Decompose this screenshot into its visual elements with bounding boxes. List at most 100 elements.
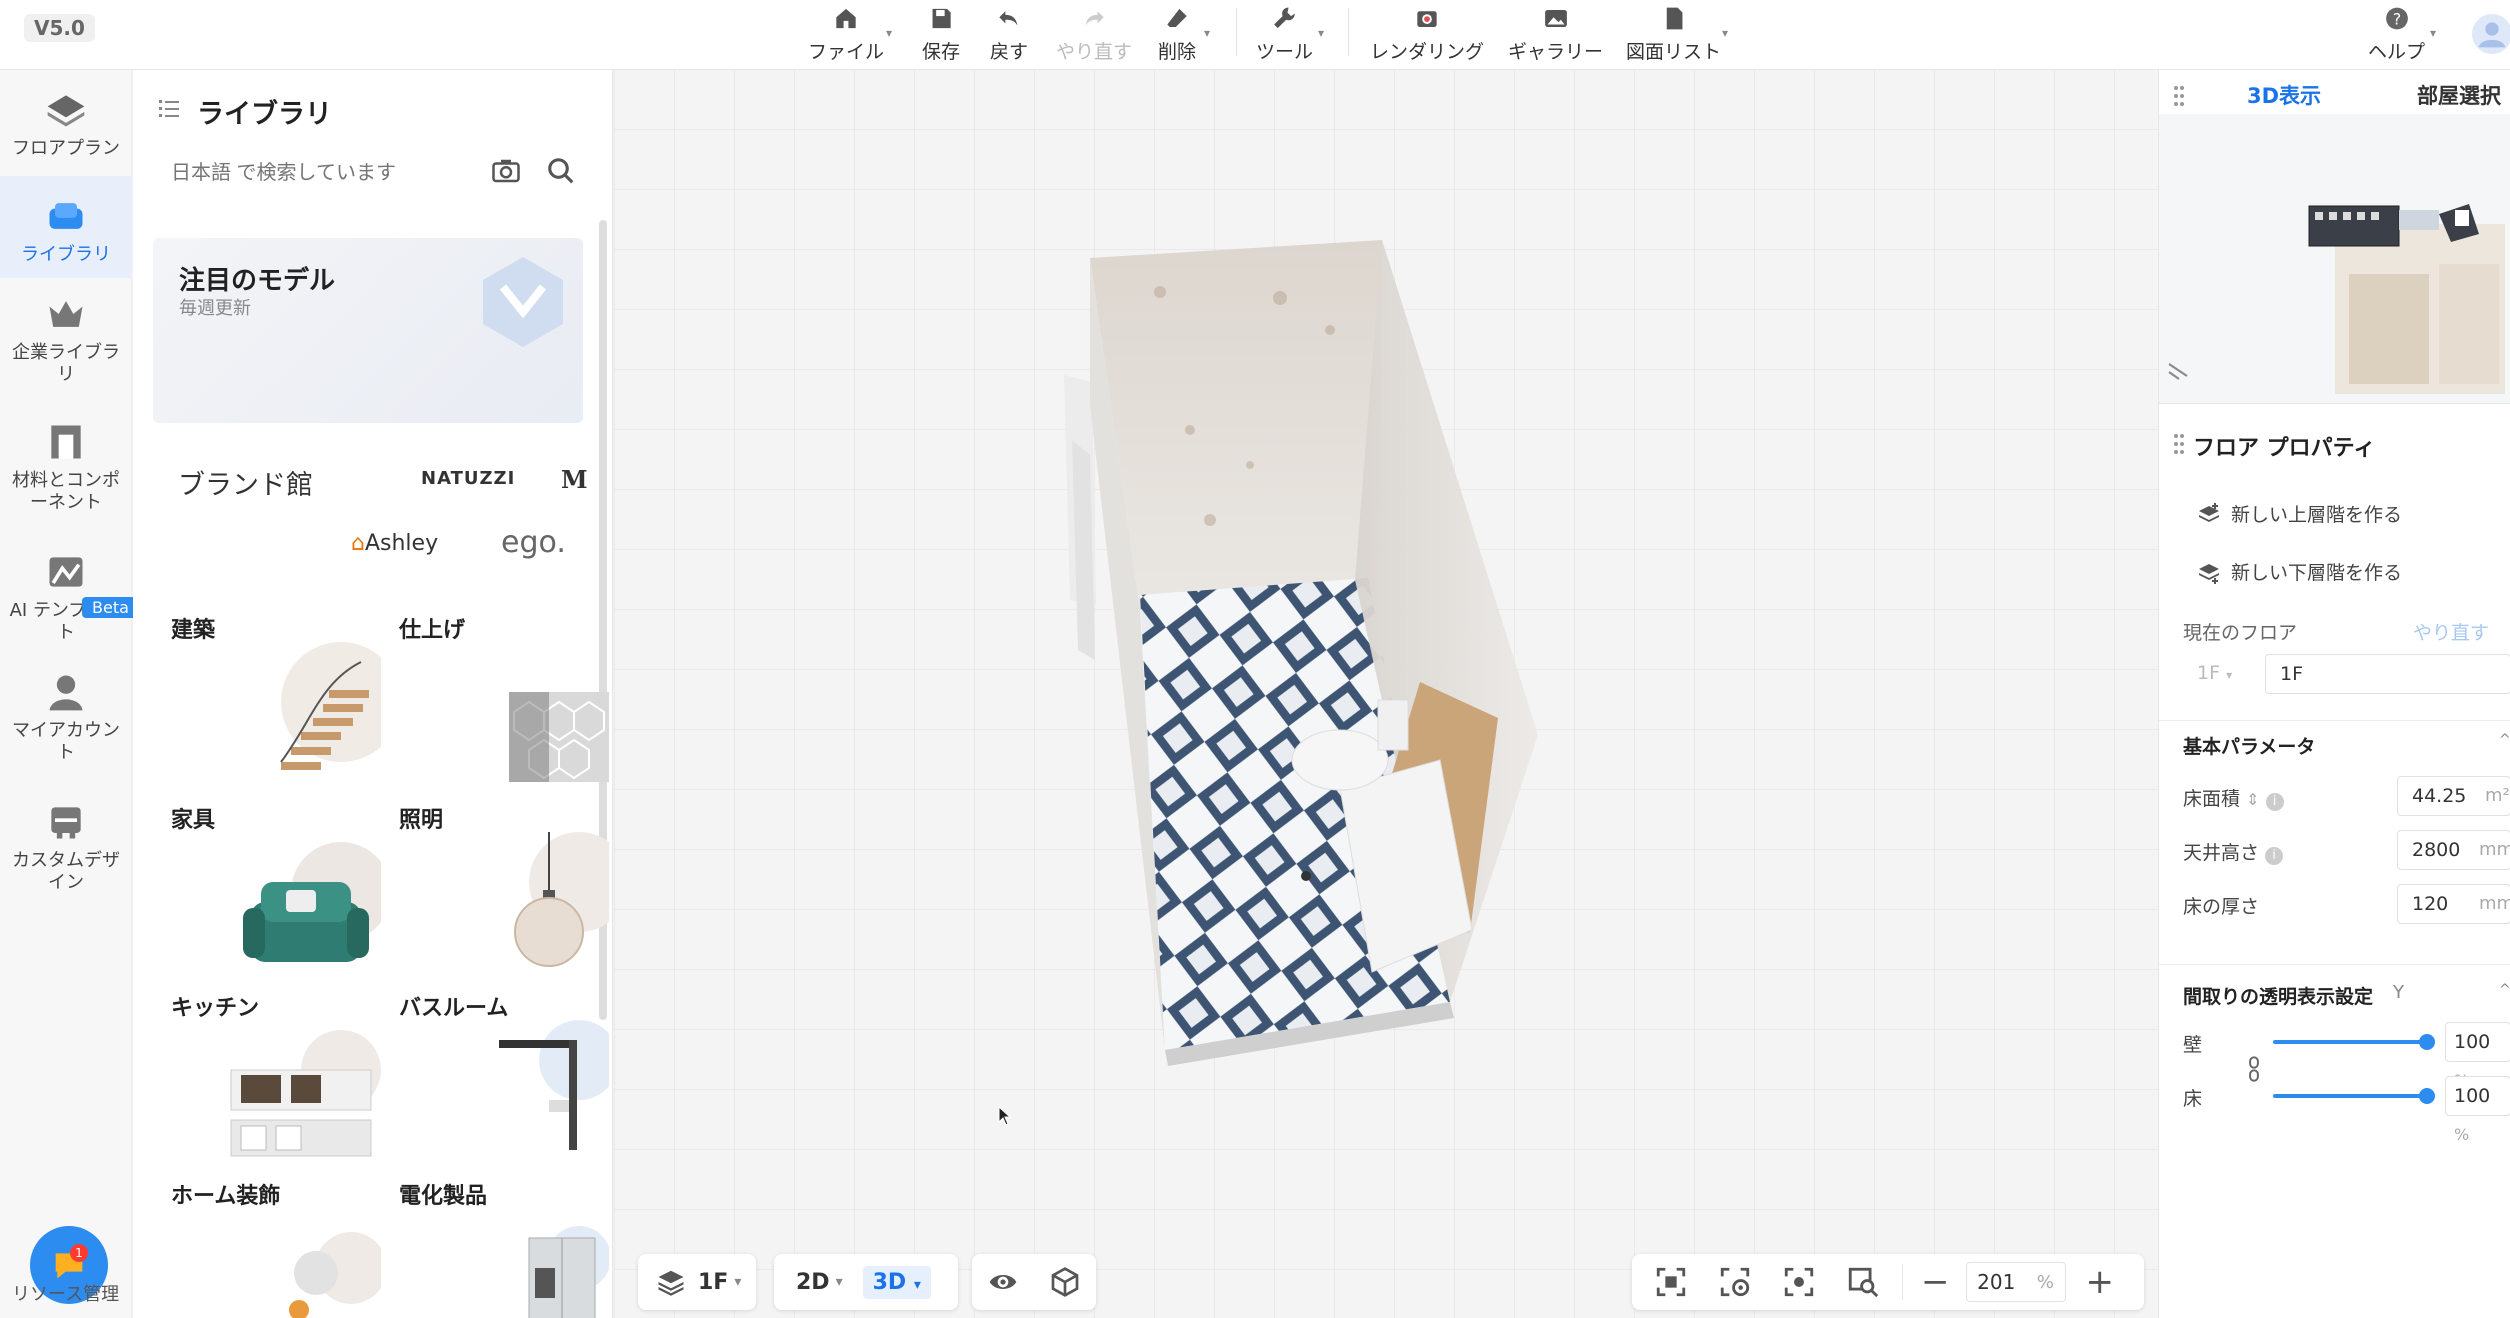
nav-materials[interactable]: 材料とコンポーネント [0,420,132,514]
minimap[interactable] [2159,114,2510,404]
save-button[interactable]: 保存 [922,4,960,64]
drawing-list-caret-icon[interactable]: ▾ [1722,26,1728,40]
brand-ashley[interactable]: ⌂Ashley [351,531,438,556]
toilet-tank [1377,699,1409,751]
view-3d-button[interactable]: 3D ▾ [862,1265,931,1299]
drag-handle-icon[interactable] [2173,84,2185,108]
cube-icon[interactable] [1049,1266,1081,1298]
info-icon[interactable]: i [2265,847,2284,865]
brand-m[interactable]: M [561,465,588,494]
category-kitchen[interactable]: キッチン [171,990,381,1160]
view-mode-toggle[interactable]: 2D ▾ 3D ▾ [774,1254,958,1310]
view-2d-button[interactable]: 2D [796,1270,830,1295]
library-search-input[interactable] [171,162,471,185]
info-icon[interactable]: i [2265,793,2284,811]
category-finishing[interactable]: 仕上げ [399,612,609,782]
nav-enterprise-library[interactable]: 企業ライブラリ [0,292,132,386]
category-architecture[interactable]: 建築 [171,612,381,782]
help-button[interactable]: ? ヘルプ [2368,4,2425,64]
floor-transparency-slider[interactable] [2273,1094,2427,1098]
redo-button[interactable]: やり直す [1056,4,1132,64]
view-2d-caret-icon[interactable]: ▾ [836,1274,843,1290]
brand-natuzzi[interactable]: NATUZZI [421,468,515,489]
enterprise-library-icon [49,301,83,327]
category-lighting[interactable]: 照明 [399,802,609,972]
back-wall [1090,240,1382,610]
undo-icon [999,11,1018,26]
toolbar-divider [1348,8,1349,56]
beta-badge: Beta [82,597,139,618]
gallery-button[interactable]: ギャラリー [1508,4,1603,64]
search-icon[interactable] [546,156,576,186]
floor-transparency-input[interactable]: 100 % [2445,1076,2510,1144]
eye-icon[interactable] [987,1266,1019,1298]
camera-search-icon[interactable] [489,156,523,186]
refrigerator-icon [528,1226,609,1318]
wall-transparency-input[interactable]: 100 % [2445,1022,2510,1090]
floor-thickness-label: 床の厚さ [2183,896,2260,918]
rendering-button[interactable]: レンダリング [1370,4,1484,64]
view-settings-icon[interactable] [1718,1265,1752,1299]
avatar[interactable] [2472,14,2510,54]
section-divider [2159,720,2510,721]
3d-viewport[interactable]: 1F ▾ 2D ▾ 3D ▾ − 201 % + [614,70,2158,1318]
zoom-area-icon[interactable] [1846,1265,1880,1299]
floor-selector[interactable]: 1F ▾ [638,1254,756,1310]
wall-label: 壁 [2183,1034,2203,1056]
category-appliances[interactable]: 電化製品 [399,1178,609,1318]
wall-slider-knob[interactable] [2419,1034,2435,1050]
list-icon[interactable] [157,96,181,120]
notification-badge: 1 [70,1244,88,1262]
new-upper-floor-button[interactable]: 新しい上層階を作る [2195,500,2402,527]
resource-management-label[interactable]: リソース管理 [12,1280,119,1306]
floor-name-input[interactable]: 1F [2265,654,2510,694]
tab-room-select[interactable]: 部屋選択 [2417,80,2501,110]
floor-drain [1301,871,1311,881]
help-caret-icon[interactable]: ▾ [2430,26,2436,40]
featured-models-card[interactable]: 注目のモデル 毎週更新 [153,238,583,423]
drag-handle-icon[interactable] [2173,432,2185,456]
toolbar-divider [1236,8,1237,56]
tab-3d-view[interactable]: 3D表示 [2247,80,2321,110]
wall-transparency-slider[interactable] [2273,1040,2427,1044]
zoom-out-button[interactable]: − [1921,1265,1950,1299]
category-bathroom[interactable]: バスルーム [399,990,609,1160]
collapse-icon[interactable]: ^ [2499,732,2510,748]
add-floor-down-icon [2199,563,2219,584]
floor-slider-knob[interactable] [2419,1088,2435,1104]
focus-icon[interactable] [1782,1265,1816,1299]
delete-button[interactable]: 削除 [1158,4,1196,64]
file-menu-button[interactable]: ファイル [808,4,884,64]
delete-caret-icon[interactable]: ▾ [1204,26,1210,40]
zoom-in-button[interactable]: + [2086,1265,2115,1299]
link-icon[interactable] [2247,1056,2261,1082]
brand-ego[interactable]: ego. [501,525,566,560]
undo-button[interactable]: 戻す [990,4,1028,64]
redo-link[interactable]: やり直す [2413,618,2489,645]
nav-custom-design[interactable]: カスタムデザイン [0,800,132,894]
category-furniture[interactable]: 家具 [171,802,381,972]
nav-account[interactable]: マイアカウント [0,670,132,764]
tools-caret-icon[interactable]: ▾ [1318,26,1324,40]
featured-logo-icon [483,257,563,347]
new-lower-floor-button[interactable]: 新しい下層階を作る [2195,558,2402,585]
collapse-icon[interactable]: ^ [2499,982,2510,998]
zoom-controls: − 201 % + [1632,1254,2144,1310]
nav-library[interactable]: ライブラリ [0,176,132,278]
floor-select[interactable]: 1F ▾ [2183,654,2251,694]
add-floor-up-icon [2199,502,2219,522]
zoom-input[interactable]: 201 % [1965,1262,2066,1302]
help-icon: ? [2385,7,2408,30]
redo-icon [1085,11,1104,26]
floor-area-unit: m² [2485,785,2510,806]
nav-floorplan[interactable]: フロアプラン [0,88,132,160]
library-panel: ライブラリ 注目のモデル 毎週更新 ブランド館 NATUZZI M ⌂Ashle… [133,70,613,1318]
fit-view-icon[interactable] [1654,1265,1688,1299]
basic-params-title: 基本パラメータ [2183,736,2316,758]
image-icon [1544,10,1567,27]
tools-button[interactable]: ツール [1256,4,1313,64]
drawing-list-button[interactable]: 図面リスト [1626,4,1721,64]
right-panel: 3D表示 部屋選択 フロア プロパティ 新しい上層階を作る 新しい下層階を作る … [2158,70,2510,1318]
file-caret-icon[interactable]: ▾ [886,26,892,40]
category-home-decor[interactable]: ホーム装飾 [171,1178,381,1318]
